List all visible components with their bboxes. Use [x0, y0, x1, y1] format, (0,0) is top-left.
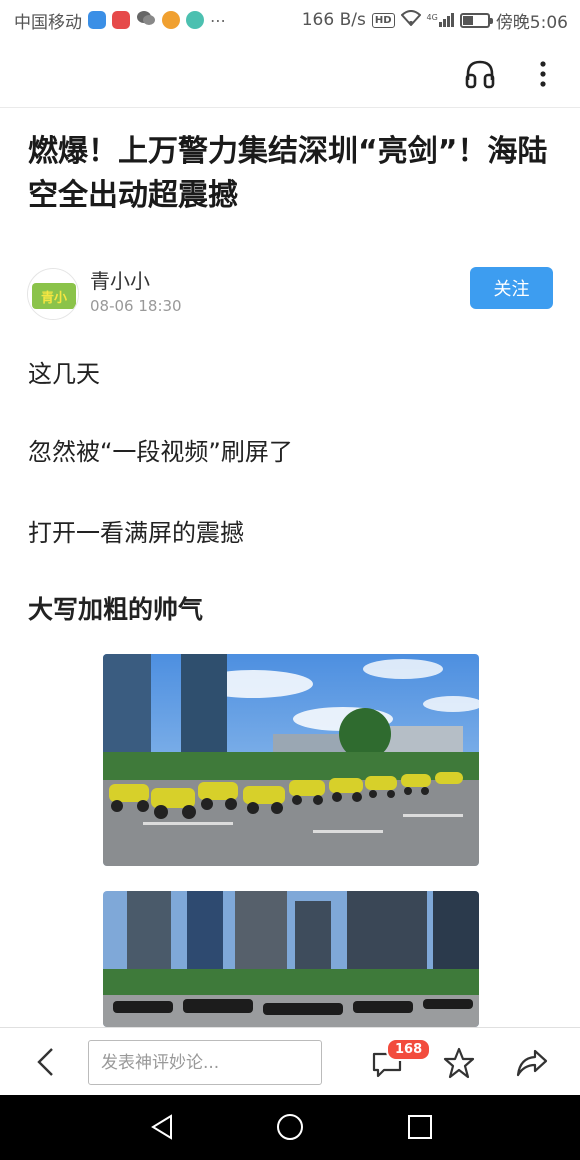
- carrier-label: 中国移动: [14, 12, 82, 33]
- comment-count-badge: 168: [386, 1038, 432, 1061]
- author-avatar[interactable]: 青小: [27, 268, 79, 320]
- hd-icon: HD: [371, 12, 395, 28]
- article-subheading: 大写加粗的帅气: [28, 595, 204, 624]
- signal-label: 4G: [426, 13, 438, 22]
- wifi-icon: [400, 9, 421, 31]
- weibo-icon: [162, 11, 180, 29]
- follow-button[interactable]: 关注: [470, 267, 553, 309]
- status-bar-left: 中国移动 ⋯: [14, 8, 226, 33]
- status-bar: 中国移动 ⋯ 166 B/s HD 4G 傍晚5:06: [0, 0, 580, 40]
- paragraph: 这几天: [28, 360, 100, 388]
- paragraph: 打开一看满屏的震撼: [28, 519, 244, 547]
- back-arrow-icon[interactable]: [32, 1046, 58, 1078]
- notification-app-icon-2: [186, 11, 204, 29]
- bottom-action-bar: 168: [0, 1027, 580, 1095]
- system-nav-bar: [0, 1095, 580, 1160]
- post-date: 08-06 18:30: [90, 297, 182, 315]
- wechat-icon: [136, 9, 156, 32]
- svg-text:青小: 青小: [41, 290, 67, 306]
- author-name[interactable]: 青小小: [90, 265, 150, 294]
- article-title: 燃爆！上万警力集结深圳“亮剑”！海陆空全出动超震撼: [28, 134, 548, 213]
- clock: 傍晚5:06: [495, 12, 568, 33]
- nav-recent-apps-icon[interactable]: [405, 1112, 435, 1142]
- nav-home-icon[interactable]: [275, 1112, 305, 1142]
- battery-icon: [459, 12, 493, 28]
- headphone-icon[interactable]: [462, 56, 498, 92]
- more-notifications-icon: ⋯: [210, 10, 226, 30]
- notification-stock-icon: [112, 11, 130, 29]
- comment-input[interactable]: [88, 1040, 322, 1085]
- article-image-city[interactable]: [103, 891, 479, 1027]
- status-bar-right: 166 B/s HD 4G 傍晚5:06: [302, 8, 568, 33]
- star-icon[interactable]: [442, 1046, 476, 1080]
- article-top-bar: [0, 40, 580, 108]
- paragraph: 忽然被“一段视频”刷屏了: [28, 438, 293, 466]
- network-speed: 166 B/s: [301, 10, 366, 30]
- more-vertical-icon[interactable]: [530, 58, 556, 90]
- notification-app-icon: [88, 11, 106, 29]
- signal-icon: 4G: [427, 13, 454, 27]
- nav-back-icon[interactable]: [147, 1112, 177, 1142]
- share-icon[interactable]: [515, 1046, 549, 1080]
- article-image-motorcycles[interactable]: [103, 654, 479, 866]
